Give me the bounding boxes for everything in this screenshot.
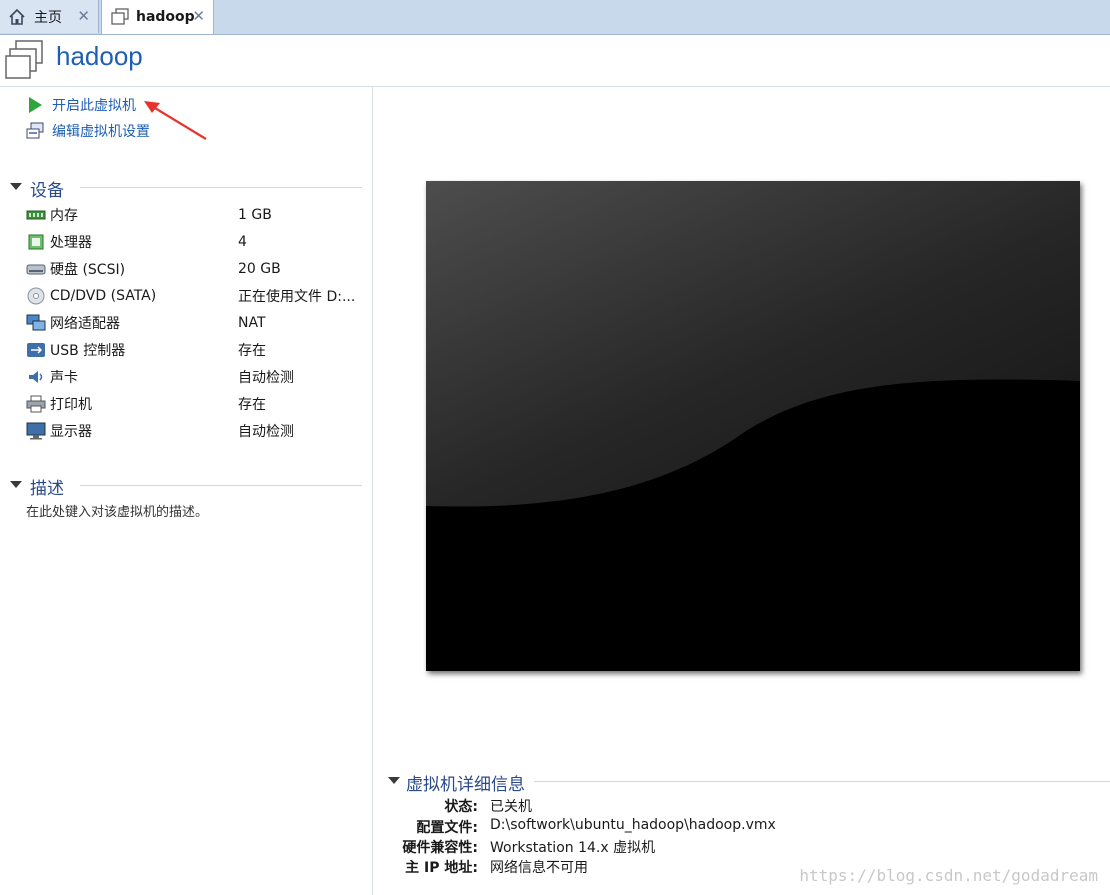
device-row-monitor[interactable]: 显示器 自动检测 [26, 417, 366, 444]
network-icon [26, 314, 46, 332]
description-section-header[interactable]: 描述 [10, 474, 362, 499]
edit-vm-settings-label: 编辑虚拟机设置 [52, 124, 150, 140]
device-value: 存在 [238, 396, 266, 413]
device-value: 存在 [238, 342, 266, 359]
device-name: 内存 [50, 207, 78, 224]
detail-value: D:\softwork\ubuntu_hadoop\hadoop.vmx [490, 817, 776, 833]
detail-value: 网络信息不可用 [490, 860, 588, 876]
collapse-triangle-icon[interactable] [388, 777, 400, 784]
annotation-arrow [144, 101, 207, 140]
watermark: https://blog.csdn.net/godadream [799, 866, 1098, 885]
device-row-network[interactable]: 网络适配器 NAT [26, 309, 366, 336]
section-divider [80, 485, 362, 486]
device-name: 网络适配器 [50, 315, 120, 332]
device-name: CD/DVD (SATA) [50, 287, 157, 304]
device-row-sound[interactable]: 声卡 自动检测 [26, 363, 366, 390]
settings-icon [26, 122, 46, 140]
device-name: 硬盘 (SCSI) [50, 261, 126, 278]
device-row-cd-dvd[interactable]: CD/DVD (SATA) 正在使用文件 D:... [26, 282, 366, 309]
usb-icon [26, 341, 46, 359]
collapse-triangle-icon[interactable] [10, 183, 22, 190]
device-value: 1 GB [238, 206, 272, 223]
cd-icon [26, 287, 46, 305]
device-value: NAT [238, 314, 266, 331]
section-divider [534, 781, 1110, 782]
sound-icon [26, 368, 46, 386]
detail-row-compatibility: 硬件兼容性: Workstation 14.x 虚拟机 [388, 837, 1108, 857]
vm-screen-preview[interactable] [426, 181, 1080, 671]
edit-vm-settings-link[interactable]: 编辑虚拟机设置 [26, 121, 150, 141]
vm-title-bar: hadoop [0, 34, 1110, 87]
close-icon[interactable]: ✕ [77, 7, 90, 25]
memory-icon [26, 206, 46, 224]
collapse-triangle-icon[interactable] [10, 481, 22, 488]
home-icon [8, 8, 28, 26]
device-row-usb[interactable]: USB 控制器 存在 [26, 336, 366, 363]
device-name: 声卡 [50, 369, 78, 386]
device-value: 4 [238, 233, 247, 250]
device-value: 自动检测 [238, 423, 294, 440]
tab-bar: 主页 ✕ hadoop ✕ [0, 0, 1110, 35]
vm-details-header[interactable]: 虚拟机详细信息 [388, 770, 1110, 795]
vm-icon [110, 8, 130, 26]
monitor-icon [26, 422, 46, 440]
device-row-memory[interactable]: 内存 1 GB [26, 201, 366, 228]
devices-section-header[interactable]: 设备 [10, 176, 362, 201]
device-row-printer[interactable]: 打印机 存在 [26, 390, 366, 417]
device-row-processor[interactable]: 处理器 4 [26, 228, 366, 255]
tab-home[interactable]: 主页 ✕ [0, 0, 99, 33]
device-name: 显示器 [50, 423, 92, 440]
page-title: hadoop [56, 41, 143, 71]
tab-hadoop[interactable]: hadoop ✕ [101, 0, 214, 34]
device-value: 自动检测 [238, 369, 294, 386]
tab-hadoop-label: hadoop [136, 9, 195, 25]
device-name: 处理器 [50, 234, 92, 251]
processor-icon [26, 233, 46, 251]
section-divider [80, 187, 362, 188]
detail-value: Workstation 14.x 虚拟机 [490, 840, 656, 856]
detail-value: 已关机 [490, 799, 532, 815]
detail-row-config-file: 配置文件: D:\softwork\ubuntu_hadoop\hadoop.v… [388, 817, 1108, 837]
devices-section-title: 设备 [30, 176, 68, 201]
device-row-disk[interactable]: 硬盘 (SCSI) 20 GB [26, 255, 366, 282]
device-name: 打印机 [50, 396, 92, 413]
printer-icon [26, 395, 46, 413]
tab-home-label: 主页 [34, 9, 62, 26]
vm-summary-pane: 开启此虚拟机 编辑虚拟机设置 设备 内存 1 GB 处理器 4 硬盘 (SCSI… [0, 87, 373, 895]
vm-large-icon [4, 39, 46, 85]
detail-key: 配置文件: [416, 820, 478, 836]
detail-key: 硬件兼容性: [402, 840, 478, 856]
detail-row-status: 状态: 已关机 [388, 796, 1108, 816]
disk-icon [26, 260, 46, 278]
detail-key: 状态: [444, 799, 478, 815]
vm-details-title: 虚拟机详细信息 [406, 770, 529, 795]
power-on-vm-link[interactable]: 开启此虚拟机 [26, 95, 136, 115]
detail-key: 主 IP 地址: [405, 860, 478, 876]
description-section-title: 描述 [30, 474, 68, 499]
power-on-vm-label: 开启此虚拟机 [52, 98, 136, 114]
close-icon[interactable]: ✕ [192, 7, 205, 25]
play-icon [26, 96, 46, 114]
device-name: USB 控制器 [50, 342, 126, 359]
device-value: 正在使用文件 D:... [238, 288, 356, 305]
device-value: 20 GB [238, 260, 281, 277]
description-input[interactable]: 在此处键入对该虚拟机的描述。 [26, 501, 208, 520]
